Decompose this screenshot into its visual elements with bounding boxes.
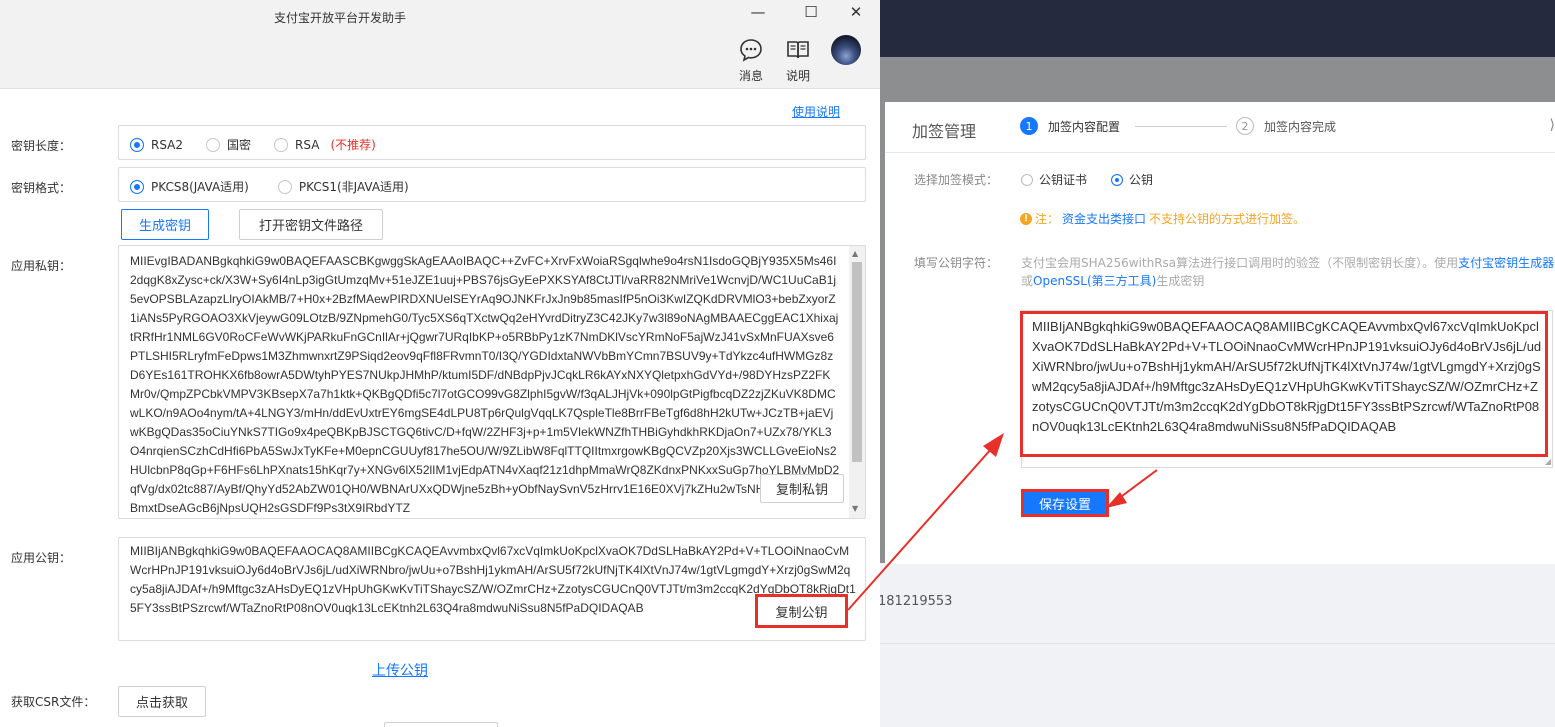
modal-title: 加签管理 — [912, 122, 977, 141]
usage-help-link[interactable]: 使用说明 — [792, 103, 840, 120]
upload-public-key-link[interactable]: 上传公钥 — [372, 660, 428, 680]
copy-public-key-button[interactable]: 复制公钥 — [755, 594, 848, 628]
radio-sm-label[interactable]: 国密 — [227, 136, 251, 153]
key-length-radio-group: RSA2 国密 RSA (不推荐) — [130, 136, 376, 153]
step-connector — [1135, 126, 1227, 127]
radio-rsa[interactable] — [274, 137, 289, 152]
radio-rsa-label[interactable]: RSA — [295, 138, 319, 152]
radio-rsa2[interactable] — [130, 137, 144, 152]
desc-text-3: 生成密钥 — [1156, 274, 1205, 288]
open-key-path-button[interactable]: 打开密钥文件路径 — [239, 209, 383, 240]
console-top-bar — [880, 0, 1555, 57]
console-divider — [880, 643, 1555, 644]
public-key-text: MIIBIjANBgkqhkiG9w0BAQEFAAOCAQ8AMIIBCgKC… — [130, 544, 856, 615]
scroll-up-icon[interactable]: ▲ — [852, 249, 858, 258]
book-icon — [787, 41, 809, 59]
warning-icon: ! — [1020, 212, 1032, 225]
message-icon — [740, 39, 762, 62]
minimize-icon[interactable]: — — [746, 2, 770, 22]
copy-private-key-button[interactable]: 复制私钥 — [760, 474, 844, 503]
step-2-number: 2 — [1236, 117, 1254, 135]
private-key-text: MIIEvgIBADANBgkqhkiG9w0BAQEFAASCBKgwggSk… — [130, 254, 840, 515]
key-format-radio-group: PKCS8(JAVA适用) PKCS1(非JAVA适用) — [130, 178, 425, 195]
step-2-label: 加签内容完成 — [1264, 119, 1337, 134]
openssl-link[interactable]: OpenSSL(第三方工具) — [1033, 274, 1156, 288]
public-key-description: 支付宝会用SHA256withRsa算法进行接口调用时的验签（不限制密钥长度）。… — [1021, 254, 1555, 290]
radio-sm[interactable] — [206, 137, 221, 152]
desc-text-2: 或 — [1021, 274, 1034, 288]
step-1: 1 加签内容配置 — [1020, 117, 1120, 135]
radio-pkcs1-label[interactable]: PKCS1(非JAVA适用) — [299, 178, 409, 195]
scrollbar-thumb[interactable] — [852, 262, 862, 462]
csr-label: 获取CSR文件： — [11, 695, 96, 709]
not-recommended-note: (不推荐) — [330, 138, 376, 152]
mode-label: 选择加签模式： — [914, 173, 999, 187]
note-prefix: 注： — [1035, 212, 1060, 226]
private-key-label: 应用私钥： — [11, 259, 72, 273]
close-icon[interactable]: ⟩ — [1550, 117, 1555, 133]
step-1-number: 1 — [1020, 117, 1038, 135]
note-link[interactable]: 资金支出类接口 — [1062, 210, 1146, 227]
avatar[interactable] — [831, 35, 861, 65]
guide-label: 说明 — [785, 69, 810, 83]
window-title: 支付宝开放平台开发助手 — [273, 11, 406, 25]
messages-label: 消息 — [738, 69, 763, 83]
key-tool-window: 支付宝开放平台开发助手 — ☐ ✕ 消息 说明 使用说明 密钥长度： RSA2 — [0, 0, 880, 727]
mode-radio-public-key-label[interactable]: 公钥 — [1129, 171, 1153, 188]
signing-management-modal: 加签管理 1 加签内容配置 2 加签内容完成 ⟩ 选择加签模式： 公钥证书 公钥… — [885, 102, 1555, 564]
step-2: 2 加签内容完成 — [1236, 117, 1336, 135]
key-format-label: 密钥格式： — [11, 181, 72, 195]
radio-pkcs8[interactable] — [130, 179, 144, 194]
scroll-down-icon[interactable]: ▼ — [852, 504, 858, 513]
close-window-icon[interactable]: ✕ — [844, 2, 868, 22]
modal-header-divider — [885, 152, 1555, 153]
key-length-label: 密钥长度： — [11, 139, 72, 153]
radio-pkcs8-label[interactable]: PKCS8(JAVA适用) — [151, 178, 249, 195]
messages-button[interactable]: 消息 — [738, 37, 764, 84]
partial-button[interactable] — [384, 722, 498, 727]
console-phone-fragment: 181219553 — [878, 594, 953, 609]
radio-pkcs1[interactable] — [277, 179, 292, 194]
mode-radio-group: 公钥证书 公钥 — [1021, 171, 1171, 188]
step-1-label: 加签内容配置 — [1048, 119, 1121, 134]
resize-handle-icon[interactable]: ◢ — [1545, 457, 1551, 466]
private-key-scrollbar[interactable]: ▲ ▼ — [849, 246, 865, 518]
desc-text-1: 支付宝会用SHA256withRsa算法进行接口调用时的验签（不限制密钥长度）。… — [1021, 256, 1459, 270]
save-settings-button[interactable]: 保存设置 — [1021, 489, 1109, 517]
note-suffix: 不支持公钥的方式进行加签。 — [1149, 212, 1306, 226]
public-key-textarea-value: MIIBIjANBgkqhkiG9w0BAQEFAAOCAQ8AMIIBCgKC… — [1032, 319, 1542, 434]
mode-radio-cert[interactable] — [1021, 173, 1033, 186]
generate-key-button[interactable]: 生成密钥 — [121, 209, 209, 240]
mode-radio-cert-label[interactable]: 公钥证书 — [1039, 171, 1087, 188]
mode-note: ! 注： 资金支出类接口 不支持公钥的方式进行加签。 — [1020, 210, 1305, 227]
public-key-label: 应用公钥： — [11, 551, 72, 565]
title-bar: 支付宝开放平台开发助手 — ☐ ✕ 消息 说明 — [0, 0, 880, 89]
maximize-icon[interactable]: ☐ — [799, 2, 823, 22]
radio-rsa2-label[interactable]: RSA2 — [151, 138, 183, 152]
get-csr-button[interactable]: 点击获取 — [118, 686, 206, 717]
guide-button[interactable]: 说明 — [785, 37, 811, 84]
public-key-textarea[interactable]: MIIBIjANBgkqhkiG9w0BAQEFAAOCAQ8AMIIBCgKC… — [1021, 310, 1553, 468]
public-key-field-label: 填写公钥字符： — [914, 256, 999, 270]
mode-radio-public-key[interactable] — [1111, 173, 1124, 186]
key-generator-link[interactable]: 支付宝密钥生成器 — [1458, 256, 1554, 270]
